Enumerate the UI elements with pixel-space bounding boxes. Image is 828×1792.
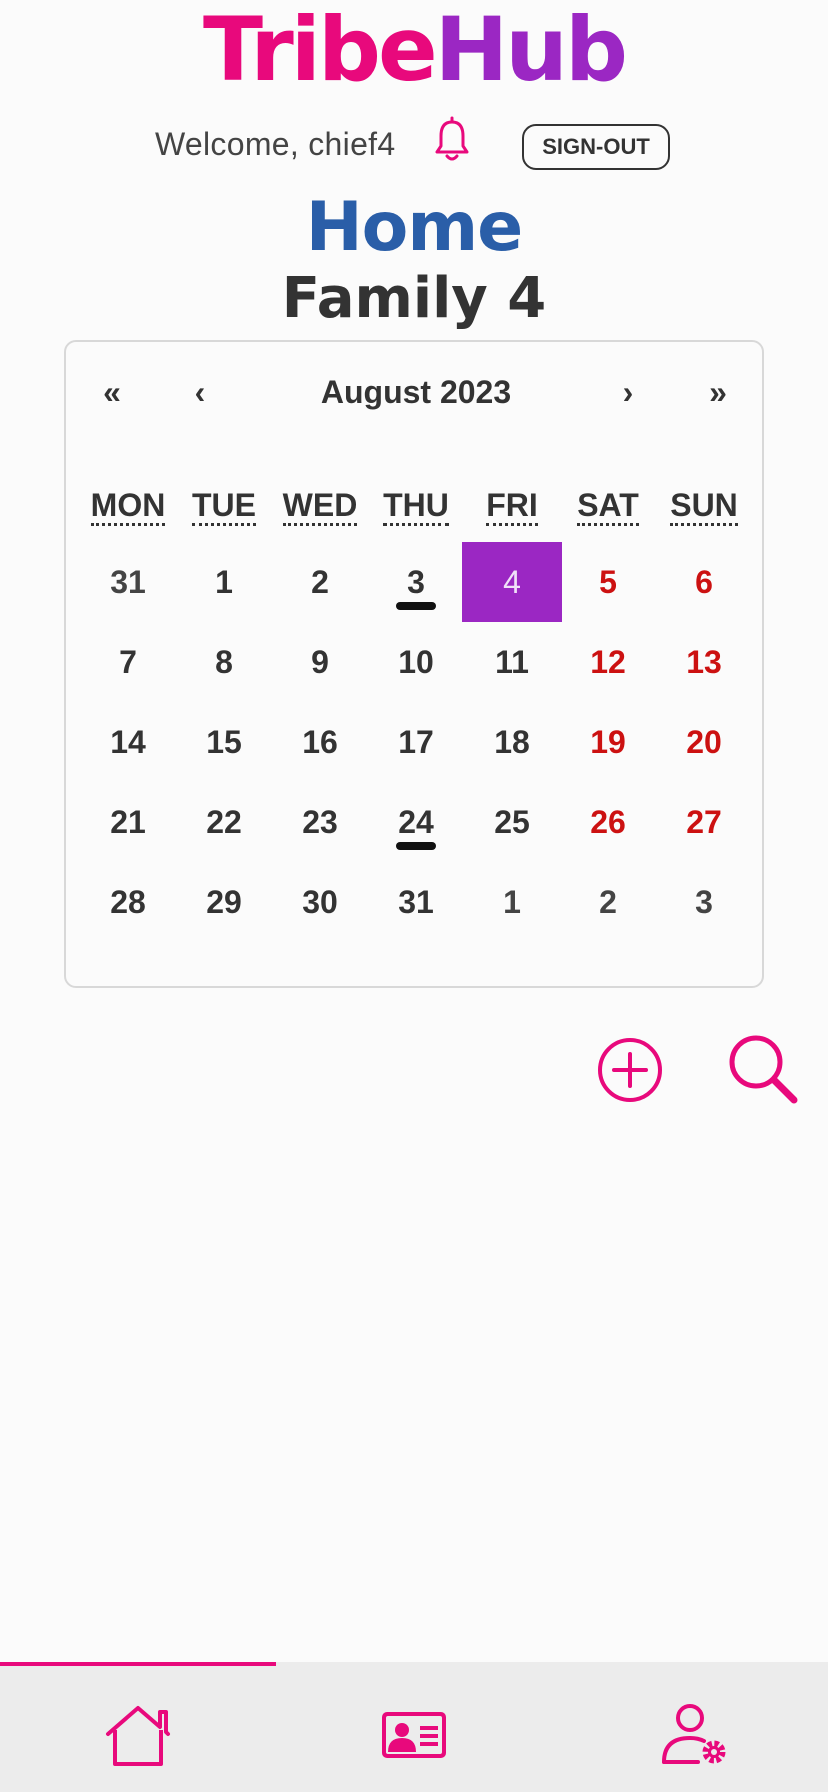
calendar: « ‹ August 2023 › » MON TUE WED THU FRI … — [64, 340, 764, 988]
event-marker — [396, 602, 436, 610]
calendar-day[interactable]: 6 — [656, 542, 752, 622]
home-icon[interactable] — [98, 1700, 178, 1770]
calendar-day[interactable]: 13 — [656, 622, 752, 702]
calendar-day[interactable]: 16 — [272, 702, 368, 782]
brand-part-tribe: Tribe — [203, 0, 438, 101]
weekday-thu: THU — [368, 480, 464, 530]
calendar-day[interactable]: 17 — [368, 702, 464, 782]
calendar-day[interactable]: 27 — [656, 782, 752, 862]
calendar-day[interactable]: 26 — [560, 782, 656, 862]
welcome-text: Welcome, chief4 — [155, 126, 396, 162]
calendar-day-grid: 31 1 2 3 4 5 6 7 8 9 10 11 12 13 14 15 1… — [80, 542, 752, 942]
weekday-header: MON TUE WED THU FRI SAT SUN — [80, 480, 752, 530]
calendar-prev-month-button[interactable]: ‹ — [170, 370, 230, 414]
calendar-day[interactable]: 3 — [656, 862, 752, 942]
calendar-next-month-button[interactable]: › — [598, 370, 658, 414]
calendar-day[interactable]: 5 — [560, 542, 656, 622]
family-name: Family 4 — [281, 266, 547, 331]
calendar-day[interactable]: 9 — [272, 622, 368, 702]
calendar-day[interactable]: 31 — [80, 542, 176, 622]
calendar-day-with-event[interactable]: 24 — [368, 782, 464, 862]
calendar-day[interactable]: 8 — [176, 622, 272, 702]
user-bar: Welcome, chief4 SIGN-OUT — [0, 112, 828, 182]
calendar-day[interactable]: 22 — [176, 782, 272, 862]
sign-out-button[interactable]: SIGN-OUT — [522, 124, 670, 170]
calendar-day[interactable]: 12 — [560, 622, 656, 702]
calendar-next-year-button[interactable]: » — [688, 370, 748, 414]
event-marker — [396, 842, 436, 850]
calendar-day[interactable]: 18 — [464, 702, 560, 782]
weekday-sat: SAT — [560, 480, 656, 530]
calendar-day[interactable]: 2 — [560, 862, 656, 942]
calendar-day[interactable]: 14 — [80, 702, 176, 782]
calendar-day[interactable]: 21 — [80, 782, 176, 862]
app-screen: TribeHub Welcome, chief4 SIGN-OUT Home F… — [0, 0, 828, 1792]
calendar-month-label[interactable]: August 2023 — [246, 370, 586, 414]
calendar-day-with-event[interactable]: 3 — [368, 542, 464, 622]
calendar-day-selected[interactable]: 4 — [462, 542, 562, 622]
bottom-navigation — [0, 1662, 828, 1792]
weekday-mon: MON — [80, 480, 176, 530]
calendar-day[interactable]: 1 — [176, 542, 272, 622]
calendar-day[interactable]: 7 — [80, 622, 176, 702]
calendar-day[interactable]: 23 — [272, 782, 368, 862]
calendar-day[interactable]: 28 — [80, 862, 176, 942]
calendar-day[interactable]: 25 — [464, 782, 560, 862]
calendar-day[interactable]: 15 — [176, 702, 272, 782]
calendar-day[interactable]: 20 — [656, 702, 752, 782]
calendar-day[interactable]: 11 — [464, 622, 560, 702]
calendar-day[interactable]: 31 — [368, 862, 464, 942]
bell-icon[interactable] — [432, 116, 472, 164]
contact-card-icon[interactable] — [374, 1700, 454, 1770]
active-tab-indicator — [0, 1662, 276, 1666]
calendar-day[interactable]: 10 — [368, 622, 464, 702]
plus-circle-icon[interactable] — [596, 1036, 664, 1104]
brand-logo: TribeHub — [0, 0, 828, 100]
weekday-tue: TUE — [176, 480, 272, 530]
brand-part-hub: Hub — [434, 0, 628, 101]
calendar-day[interactable]: 2 — [272, 542, 368, 622]
weekday-wed: WED — [272, 480, 368, 530]
calendar-day[interactable]: 19 — [560, 702, 656, 782]
user-settings-icon[interactable] — [654, 1700, 734, 1770]
calendar-day[interactable]: 29 — [176, 862, 272, 942]
weekday-fri: FRI — [464, 480, 560, 530]
search-icon[interactable] — [726, 1032, 798, 1104]
calendar-day[interactable]: 1 — [464, 862, 560, 942]
weekday-sun: SUN — [656, 480, 752, 530]
page-title: Home — [305, 188, 524, 267]
calendar-prev-year-button[interactable]: « — [82, 370, 142, 414]
calendar-day[interactable]: 30 — [272, 862, 368, 942]
